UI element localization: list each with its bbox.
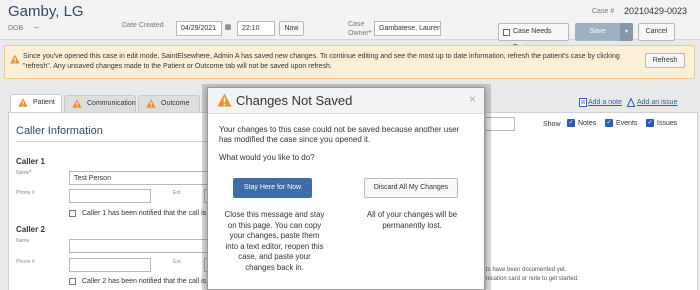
now-button[interactable]: Now <box>279 21 304 36</box>
time-created-input[interactable]: 22:10 <box>237 21 275 36</box>
warning-icon <box>217 93 232 107</box>
tab-communication[interactable]: Communication <box>64 95 136 112</box>
warning-text: Since you've opened this case in edit mo… <box>23 53 620 70</box>
dialog-header: Changes Not Saved × <box>208 88 484 114</box>
add-issue-link[interactable]: Add an issue <box>637 99 677 106</box>
calendar-icon[interactable]: ▦ <box>223 22 233 34</box>
date-created-input[interactable]: 04/29/2021 <box>176 21 222 36</box>
empty-state-line: ts have been documented yet. <box>486 267 567 273</box>
case-number-label: Case # <box>592 8 615 15</box>
caller-2-ext-label: Ext. <box>173 259 182 265</box>
empty-state-line: nication card or note to get started. <box>486 276 579 282</box>
required-marker: * <box>29 170 32 176</box>
warning-icon <box>146 99 156 108</box>
caller-2-phone-label: Phone # <box>16 259 35 265</box>
notes-checkbox[interactable]: ✓ <box>567 119 575 127</box>
show-label: Show <box>543 121 561 128</box>
dialog-message: Your changes to this case could not be s… <box>219 125 460 144</box>
case-owner-label-line2: Owner <box>348 30 369 37</box>
section-title: Caller Information <box>16 125 103 137</box>
save-button[interactable]: Save <box>575 23 620 41</box>
dob-label: DOB <box>8 25 24 32</box>
caller-2-notified-checkbox[interactable] <box>69 278 76 285</box>
dialog-question: What would you like to do? <box>219 153 315 162</box>
caller-1-heading: Caller 1 <box>16 157 45 166</box>
caller-1-name-label: Name* <box>16 170 31 176</box>
dialog-title: Changes Not Saved <box>236 93 353 108</box>
issue-icon[interactable] <box>627 98 635 107</box>
notes-label: Notes <box>578 120 597 127</box>
warning-icon <box>18 98 28 107</box>
tab-label: Patient <box>33 99 55 106</box>
tab-label: Communication <box>87 100 136 107</box>
caller-2-notified-label: Caller 2 has been notified that the call… <box>82 278 218 285</box>
case-number: 20210429-0023 <box>624 6 688 16</box>
patient-name: Gamby, LG <box>8 3 84 20</box>
name-label-text: Name <box>16 170 30 176</box>
discard-changes-button[interactable]: Discard All My Changes <box>364 178 458 198</box>
review-checkbox[interactable] <box>503 29 510 36</box>
required-marker: * <box>368 30 372 37</box>
timeline-panel <box>486 112 698 290</box>
add-note-link[interactable]: Add a note <box>588 99 622 106</box>
case-owner-label-line1: Case <box>348 21 365 28</box>
dob-value: -- <box>34 25 39 32</box>
caller-1-notified-label: Caller 1 has been notified that the call… <box>82 210 218 217</box>
cancel-button[interactable]: Cancel <box>638 23 675 41</box>
warning-icon <box>10 54 20 64</box>
note-icon[interactable] <box>579 98 587 107</box>
case-owner-input[interactable]: Gambatese, Lauren <box>374 21 441 36</box>
tab-patient[interactable]: Patient <box>10 94 62 113</box>
caller-1-ext-label: Ext. <box>173 190 182 196</box>
case-header: Gamby, LG DOB -- Date Created 04/29/2021… <box>0 0 700 51</box>
tab-outcome[interactable]: Outcome <box>138 95 200 112</box>
save-options-caret-icon[interactable]: ▾ <box>620 23 633 41</box>
issues-checkbox[interactable]: ✓ <box>646 119 654 127</box>
warning-icon <box>72 99 82 108</box>
case-needs-review-toggle[interactable]: Case Needs Review <box>498 23 569 51</box>
caller-1-phone-label: Phone # <box>16 190 35 196</box>
stay-here-button[interactable]: Stay Here for Now <box>233 178 312 198</box>
tab-label: Outcome <box>161 100 190 107</box>
case-owner-label: Case Owner* <box>348 20 371 38</box>
caller-2-phone-input[interactable] <box>69 258 151 272</box>
refresh-button[interactable]: Refresh <box>645 53 685 68</box>
caller-2-heading: Caller 2 <box>16 225 45 234</box>
discard-description: All of your changes will be permanently … <box>366 210 458 230</box>
events-checkbox[interactable]: ✓ <box>605 119 613 127</box>
caller-2-name-label: Name <box>16 238 30 244</box>
issues-label: Issues <box>657 120 678 127</box>
stay-description: Close this message and stay on this page… <box>224 210 325 272</box>
close-icon[interactable]: × <box>469 92 476 106</box>
events-label: Events <box>616 120 638 127</box>
caller-1-notified-checkbox[interactable] <box>69 210 76 217</box>
changes-not-saved-dialog: Changes Not Saved × Your changes to this… <box>207 87 485 290</box>
date-created-label: Date Created <box>122 22 164 29</box>
concurrent-edit-warning: Since you've opened this case in edit mo… <box>4 45 695 79</box>
caller-1-phone-input[interactable] <box>69 189 151 203</box>
